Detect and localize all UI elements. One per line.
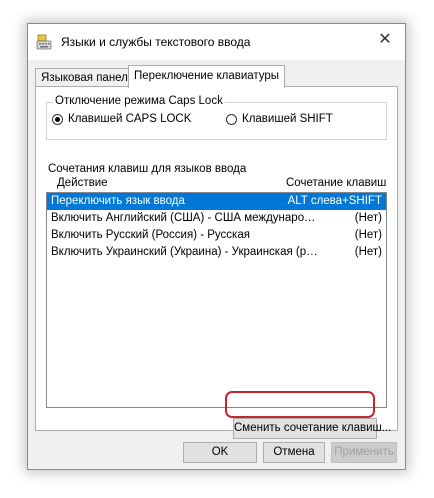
radio-caps-lock-label: Клавишей CAPS LOCK — [68, 113, 192, 125]
ok-button[interactable]: OK — [183, 442, 257, 463]
column-header-action: Действие — [57, 177, 108, 189]
change-key-sequence-label: Сменить сочетание клавиш... — [234, 422, 392, 434]
row-combo: ALT слева+SHIFT — [287, 195, 382, 207]
radio-shift-label: Клавишей SHIFT — [242, 113, 333, 125]
apply-button[interactable]: Применить — [331, 442, 397, 463]
tab-language-bar[interactable]: Языковая панель — [35, 68, 140, 87]
row-action: Переключить язык ввода — [51, 195, 185, 207]
title-bar[interactable]: Языки и службы текстового ввода ✕ — [28, 24, 405, 60]
row-action: Включить Английский (США) - США междунар… — [51, 212, 321, 224]
dialog-window: Языки и службы текстового ввода ✕ Языков… — [27, 23, 406, 470]
tab-panel: Отключение режима Caps Lock Клавишей CAP… — [35, 86, 398, 439]
tab-label: Переключение клавиатуры — [134, 70, 280, 82]
cancel-label: Отмена — [273, 446, 315, 458]
list-item[interactable]: Переключить язык ввода ALT слева+SHIFT — [47, 193, 386, 210]
tab-label: Языковая панель — [41, 72, 134, 84]
radio-unchecked-icon — [226, 113, 237, 125]
ok-label: OK — [211, 446, 229, 458]
highlight-annotation — [225, 391, 375, 418]
row-action: Включить Русский (Россия) - Русская — [51, 229, 250, 241]
list-item[interactable]: Включить Русский (Россия) - Русская (Нет… — [47, 227, 386, 244]
hotkeys-list[interactable]: Переключить язык ввода ALT слева+SHIFT В… — [46, 192, 387, 408]
tab-keyboard-switching[interactable]: Переключение клавиатуры — [128, 65, 286, 88]
row-combo: (Нет) — [354, 246, 382, 258]
row-combo: (Нет) — [354, 229, 382, 241]
caps-lock-group: Отключение режима Caps Lock Клавишей CAP… — [46, 95, 387, 140]
close-button[interactable]: ✕ — [365, 24, 405, 54]
radio-shift[interactable]: Клавишей SHIFT — [226, 113, 333, 125]
list-item[interactable]: Включить Английский (США) - США междунар… — [47, 210, 386, 227]
cancel-button[interactable]: Отмена — [263, 442, 325, 463]
column-header-combo: Сочетание клавиш — [286, 177, 387, 189]
change-key-sequence-button[interactable]: Сменить сочетание клавиш... — [233, 418, 391, 439]
keyboard-app-icon — [36, 34, 52, 50]
row-action: Включить Украинский (Украина) - Украинск… — [51, 246, 321, 258]
apply-label: Применить — [334, 446, 394, 458]
window-title: Языки и службы текстового ввода — [61, 35, 251, 49]
radio-caps-lock[interactable]: Клавишей CAPS LOCK — [52, 113, 191, 125]
hotkeys-group-legend: Сочетания клавиш для языков ввода — [46, 163, 249, 175]
caps-lock-group-legend: Отключение режима Caps Lock — [53, 95, 225, 107]
row-combo: (Нет) — [354, 212, 382, 224]
radio-checked-icon — [52, 113, 63, 125]
close-icon: ✕ — [378, 31, 392, 48]
list-item[interactable]: Включить Украинский (Украина) - Украинск… — [47, 244, 386, 261]
